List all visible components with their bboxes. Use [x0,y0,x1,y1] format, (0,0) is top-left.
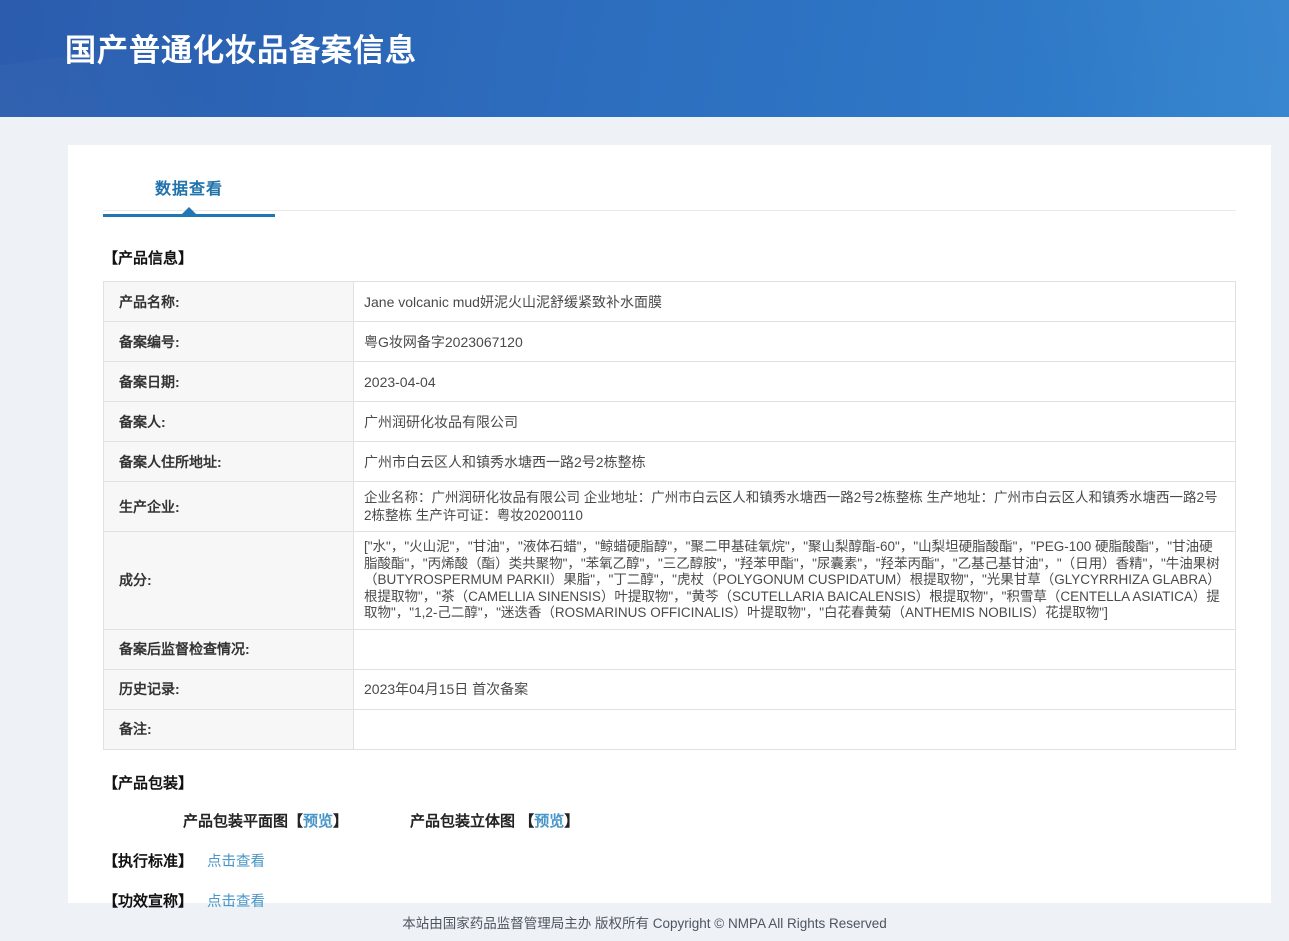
tab-data-view[interactable]: 数据查看 [103,175,275,217]
tab-active-underline [103,214,275,217]
standards-view-link[interactable]: 点击查看 [207,850,265,871]
content-card: 数据查看 【产品信息】 产品名称: Jane volcanic mud妍泥火山泥… [68,145,1271,903]
row-value [354,629,1236,669]
row-value: 2023-04-04 [354,362,1236,402]
row-label: 历史记录: [104,669,354,709]
row-label: 成分: [104,532,354,630]
row-value: 2023年04月15日 首次备案 [354,669,1236,709]
table-row-registrant-address: 备案人住所地址: 广州市白云区人和镇秀水塘西一路2号2栋整栋 [104,442,1236,482]
packaging-flat-label: 产品包装平面图【 [183,813,303,830]
row-label: 备案日期: [104,362,354,402]
row-value: 广州市白云区人和镇秀水塘西一路2号2栋整栋 [354,442,1236,482]
copyright-text: 本站由国家药品监督管理局主办 版权所有 Copyright © NMPA All… [402,912,887,932]
packaging-3d-item: 产品包装立体图 【预览】 [410,810,579,831]
packaging-row: 产品包装平面图【预览】 产品包装立体图 【预览】 [103,810,1236,831]
standards-row: 【执行标准】 点击查看 [103,850,1236,871]
row-value: 企业名称：广州润研化妆品有限公司 企业地址：广州市白云区人和镇秀水塘西一路2号2… [354,482,1236,532]
table-row-remarks: 备注: [104,709,1236,749]
table-row-ingredients: 成分: ["水"，"火山泥"，"甘油"，"液体石蜡"，"鲸蜡硬脂醇"，"聚二甲基… [104,532,1236,630]
table-row-manufacturer: 生产企业: 企业名称：广州润研化妆品有限公司 企业地址：广州市白云区人和镇秀水塘… [104,482,1236,532]
row-label: 备注: [104,709,354,749]
table-row-registration-number: 备案编号: 粤G妆网备字2023067120 [104,322,1236,362]
tab-data-view-label: 数据查看 [155,181,223,198]
page-title: 国产普通化妆品备案信息 [65,25,417,70]
row-value: 广州润研化妆品有限公司 [354,402,1236,442]
standards-label: 【执行标准】 [103,850,193,871]
row-label: 备案后监督检查情况: [104,629,354,669]
packaging-3d-bracket-close: 】 [564,813,579,830]
tab-arrow-up-icon [181,207,197,215]
table-row-history: 历史记录: 2023年04月15日 首次备案 [104,669,1236,709]
packaging-flat-bracket-close: 】 [333,813,348,830]
table-row-registration-date: 备案日期: 2023-04-04 [104,362,1236,402]
page-banner: 国产普通化妆品备案信息 [0,0,1289,117]
row-value [354,709,1236,749]
tab-bar: 数据查看 [103,175,1236,225]
table-row-registrant: 备案人: 广州润研化妆品有限公司 [104,402,1236,442]
packaging-3d-preview-link[interactable]: 预览 [534,813,564,830]
packaging-flat-preview-link[interactable]: 预览 [303,813,333,830]
packaging-flat-item: 产品包装平面图【预览】 [183,810,348,831]
packaging-3d-label: 产品包装立体图 【 [410,813,534,830]
row-label: 生产企业: [104,482,354,532]
row-value: Jane volcanic mud妍泥火山泥舒缓紧致补水面膜 [354,282,1236,322]
section-heading-product-info: 【产品信息】 [103,247,1236,268]
product-info-table: 产品名称: Jane volcanic mud妍泥火山泥舒缓紧致补水面膜 备案编… [103,281,1236,750]
row-value: 粤G妆网备字2023067120 [354,322,1236,362]
row-label: 产品名称: [104,282,354,322]
page-footer: 本站由国家药品监督管理局主办 版权所有 Copyright © NMPA All… [0,903,1289,941]
row-label: 备案人住所地址: [104,442,354,482]
table-row-supervision-check: 备案后监督检查情况: [104,629,1236,669]
row-value: ["水"，"火山泥"，"甘油"，"液体石蜡"，"鲸蜡硬脂醇"，"聚二甲基硅氧烷"… [354,532,1236,630]
table-row-product-name: 产品名称: Jane volcanic mud妍泥火山泥舒缓紧致补水面膜 [104,282,1236,322]
row-label: 备案人: [104,402,354,442]
section-heading-packaging: 【产品包装】 [103,772,1236,793]
row-label: 备案编号: [104,322,354,362]
